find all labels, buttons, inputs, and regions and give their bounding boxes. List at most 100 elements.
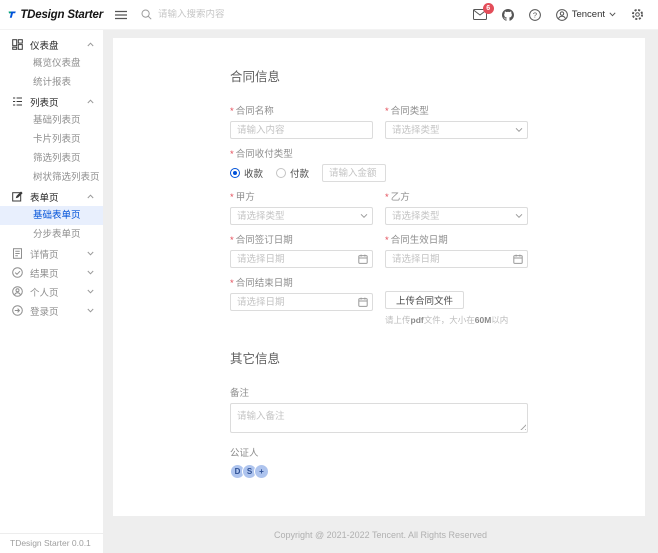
required-mark: * (230, 278, 234, 289)
chevron-down-icon (87, 270, 94, 275)
calendar-icon (358, 254, 368, 264)
sidebar-item-list-tree[interactable]: 树状筛选列表页 (0, 168, 103, 187)
sidebar-item-label: 列表页 (30, 97, 59, 109)
search-icon (141, 9, 152, 20)
required-mark: * (385, 192, 389, 203)
field-label: * 乙方 (385, 192, 410, 203)
add-avatar-button[interactable]: + (254, 464, 269, 479)
required-mark: * (230, 149, 234, 160)
field-remark: 备注 (230, 385, 528, 433)
field-party-b: * 乙方 (385, 189, 528, 225)
remark-textarea[interactable] (230, 403, 528, 433)
contract-name-input[interactable] (230, 121, 373, 139)
form-card: 合同信息 *合同名称 *合同类型 (113, 38, 645, 516)
required-mark: * (230, 235, 234, 246)
sidebar-item-label: 仪表盘 (30, 40, 59, 52)
sidebar-item-dashboard-base[interactable]: 概览仪表盘 (0, 54, 103, 73)
sidebar-item-form[interactable]: 表单页 (0, 187, 103, 206)
section-title-contract: 合同信息 (230, 70, 281, 84)
sidebar-menu: 仪表盘 概览仪表盘 统计报表 列表页 基础列表页 卡片列表页 筛选列表页 树状筛… (0, 30, 103, 320)
sidebar-item-label: 结果页 (30, 268, 59, 280)
field-notary: 公证人 D S + (230, 445, 528, 479)
party-a-select[interactable] (230, 207, 373, 225)
mail-icon[interactable]: 6 (472, 3, 494, 20)
chevron-up-icon (87, 99, 94, 104)
sidebar-item-list-base[interactable]: 基础列表页 (0, 111, 103, 130)
upload-contract-button[interactable]: 上传合同文件 (385, 291, 465, 309)
sidebar-item-form-step[interactable]: 分步表单页 (0, 225, 103, 244)
radio-dot-icon (276, 168, 287, 178)
field-label: * 合同收付类型 (230, 149, 293, 160)
hamburger-icon[interactable] (115, 10, 127, 20)
sidebar-item-label: 登录页 (30, 306, 59, 318)
chevron-down-icon (515, 213, 523, 219)
notification-badge: 6 (482, 3, 494, 14)
sidebar-item-list-card[interactable]: 卡片列表页 (0, 130, 103, 149)
search-input[interactable] (158, 9, 308, 20)
sign-date-input[interactable] (230, 250, 373, 268)
radio-dot-icon (230, 168, 240, 178)
logo-text: TDesign Starter (20, 8, 103, 21)
field-end-date: * 合同结束日期 (230, 275, 373, 319)
user-icon (555, 8, 568, 21)
required-mark: * (230, 106, 234, 117)
header-actions: 6 ? Tencent (472, 3, 658, 21)
field-label: * 合同类型 (385, 106, 429, 117)
sidebar-item-label: 个人页 (30, 287, 59, 299)
app-header: TDesign Starter 6 ? Tencent (0, 0, 658, 30)
effective-date-input[interactable] (385, 250, 528, 268)
check-circle-icon (12, 267, 23, 278)
notary-avatar-group: D S + (230, 464, 528, 479)
sidebar-item-user[interactable]: 个人页 (0, 282, 103, 301)
required-mark: * (230, 192, 234, 203)
sidebar-item-login[interactable]: 登录页 (0, 301, 103, 320)
user-name: Tencent (571, 9, 605, 20)
sidebar-item-form-base[interactable]: 基础表单页 (0, 206, 103, 225)
sidebar-item-list-filter[interactable]: 筛选列表页 (0, 149, 103, 168)
sidebar: 仪表盘 概览仪表盘 统计报表 列表页 基础列表页 卡片列表页 筛选列表页 树状筛… (0, 30, 103, 553)
sidebar-item-label: 表单页 (30, 192, 59, 204)
user-menu[interactable]: Tencent (555, 8, 616, 21)
github-icon[interactable] (501, 8, 514, 21)
sidebar-item-detail[interactable]: 详情页 (0, 244, 103, 263)
chevron-down-icon (87, 251, 94, 256)
field-party-a: * 甲方 (230, 189, 373, 225)
sidebar-item-result[interactable]: 结果页 (0, 263, 103, 282)
required-mark: * (385, 235, 389, 246)
chevron-up-icon (87, 194, 94, 199)
field-label: 公证人 (230, 448, 259, 459)
field-label: * 合同签订日期 (230, 235, 293, 246)
app-version: TDesign Starter 0.0.1 (0, 533, 103, 553)
amount-input[interactable] (322, 164, 387, 182)
party-b-select[interactable] (385, 207, 528, 225)
dashboard-icon (12, 39, 23, 50)
svg-text:?: ? (533, 10, 537, 19)
gear-icon[interactable] (631, 8, 644, 21)
sidebar-item-label: 详情页 (30, 249, 59, 261)
main-content: 合同信息 *合同名称 *合同类型 (103, 30, 658, 553)
sidebar-item-dashboard-detail[interactable]: 统计报表 (0, 73, 103, 92)
app-logo[interactable]: TDesign Starter (0, 8, 103, 21)
chevron-down-icon (515, 127, 523, 133)
field-payment-type: * 合同收付类型 收款 付款 (230, 146, 528, 182)
view-list-icon (12, 96, 23, 107)
upload-hint: 请上传pdf文件，大小在60M以内 (385, 315, 509, 325)
form-icon (12, 191, 23, 202)
contract-type-select[interactable] (385, 121, 528, 139)
field-label: * 甲方 (230, 192, 255, 203)
calendar-icon (358, 297, 368, 307)
chevron-down-icon (87, 308, 94, 313)
field-label: 备注 (230, 388, 250, 399)
radio-receive[interactable]: 收款 (230, 166, 263, 180)
sidebar-item-dashboard[interactable]: 仪表盘 (0, 35, 103, 54)
field-label: * 合同名称 (230, 106, 274, 117)
required-mark: * (385, 106, 389, 117)
end-date-input[interactable] (230, 293, 373, 311)
chevron-down-icon (609, 12, 616, 17)
sidebar-item-list[interactable]: 列表页 (0, 92, 103, 111)
radio-pay[interactable]: 付款 (276, 166, 309, 180)
copyright-footer: Copyright @ 2021-2022 Tencent. All Right… (273, 529, 488, 540)
field-contract-name: * 合同名称 (230, 103, 373, 139)
upload-area: 上传合同文件 请上传pdf文件，大小在60M以内 (385, 291, 508, 326)
help-icon[interactable]: ? (528, 8, 541, 21)
